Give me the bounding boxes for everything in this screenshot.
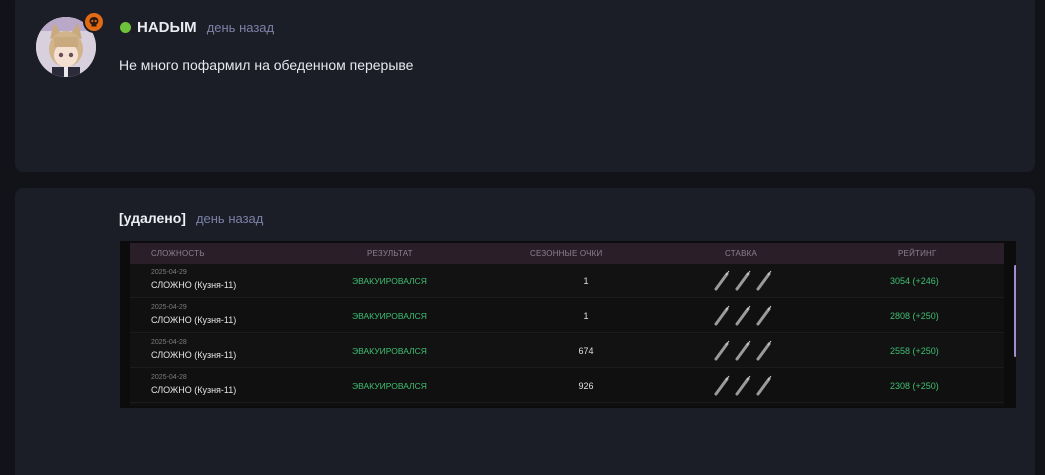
row-rating: 2308 (+250): [890, 381, 939, 391]
header-result: РЕЗУЛЬТАТ: [367, 249, 413, 258]
table-row: 2025-04-29 СЛОЖНО (Кузня-11) ЭВАКУИРОВАЛ…: [130, 299, 1004, 333]
post-time[interactable]: день назад: [207, 20, 274, 35]
table-header: СЛОЖНОСТЬ РЕЗУЛЬТАТ СЕЗОННЫЕ ОЧКИ СТАВКА…: [130, 243, 1004, 264]
post-header: HADЫM день назад: [120, 19, 274, 36]
row-result: ЭВАКУИРОВАЛСЯ: [352, 276, 427, 286]
row-rating: 2808 (+250): [890, 311, 939, 321]
match-history-table: СЛОЖНОСТЬ РЕЗУЛЬТАТ СЕЗОННЫЕ ОЧКИ СТАВКА…: [130, 243, 1016, 406]
table-row: 2025-04-28 СЛОЖНО (Кузня-11) ЭВАКУИРОВАЛ…: [130, 369, 1004, 403]
table-scrollbar[interactable]: [1014, 265, 1016, 357]
avatar[interactable]: [36, 11, 105, 77]
syringe-icon: [712, 338, 776, 362]
header-stake: СТАВКА: [725, 249, 758, 258]
online-status-icon: [120, 22, 131, 33]
table-body: 2025-04-29 СЛОЖНО (Кузня-11) ЭВАКУИРОВАЛ…: [130, 264, 1004, 406]
syringe-icon: [712, 373, 776, 397]
row-rating: 2558 (+250): [890, 346, 939, 356]
header-difficulty: СЛОЖНОСТЬ: [151, 249, 205, 258]
row-result: ЭВАКУИРОВАЛСЯ: [352, 381, 427, 391]
row-difficulty: СЛОЖНО (Кузня-11): [151, 350, 237, 360]
attached-screenshot[interactable]: СЛОЖНОСТЬ РЕЗУЛЬТАТ СЕЗОННЫЕ ОЧКИ СТАВКА…: [120, 241, 1016, 408]
header-rating: РЕЙТИНГ: [898, 249, 937, 258]
deleted-author: [удалено]: [119, 210, 186, 226]
syringe-icon: [712, 268, 776, 292]
row-date: 2025-04-29: [151, 304, 187, 311]
row-date: 2025-04-28: [151, 374, 187, 381]
row-date: 2025-04-29: [151, 269, 187, 276]
reply-header: [удалено] день назад: [119, 210, 263, 226]
reply-time[interactable]: день назад: [196, 211, 263, 226]
row-date: 2025-04-28: [151, 339, 187, 346]
table-row: 2025-04-28 СЛОЖНО (Кузня-11) ЭВАКУИРОВАЛ…: [130, 334, 1004, 368]
row-difficulty: СЛОЖНО (Кузня-11): [151, 385, 237, 395]
post-card: HADЫM день назад Не много пофармил на об…: [15, 0, 1035, 172]
header-points: СЕЗОННЫЕ ОЧКИ: [530, 249, 603, 258]
row-result: ЭВАКУИРОВАЛСЯ: [352, 346, 427, 356]
skull-icon: [83, 11, 105, 33]
post-text: Не много пофармил на обеденном перерыве: [119, 57, 414, 73]
row-result: ЭВАКУИРОВАЛСЯ: [352, 311, 427, 321]
syringe-icon: [712, 303, 776, 327]
row-points: 1: [583, 311, 589, 321]
reply-card: [удалено] день назад СЛОЖНОСТЬ РЕЗУЛЬТАТ…: [15, 188, 1035, 475]
row-difficulty: СЛОЖНО (Кузня-11): [151, 315, 237, 325]
row-points: 926: [578, 381, 594, 391]
row-points: 674: [578, 346, 594, 356]
username-link[interactable]: HADЫM: [137, 19, 197, 36]
row-rating: 3054 (+246): [890, 276, 939, 286]
row-points: 1: [583, 276, 589, 286]
row-difficulty: СЛОЖНО (Кузня-11): [151, 280, 237, 290]
table-row: 2025-04-29 СЛОЖНО (Кузня-11) ЭВАКУИРОВАЛ…: [130, 264, 1004, 298]
